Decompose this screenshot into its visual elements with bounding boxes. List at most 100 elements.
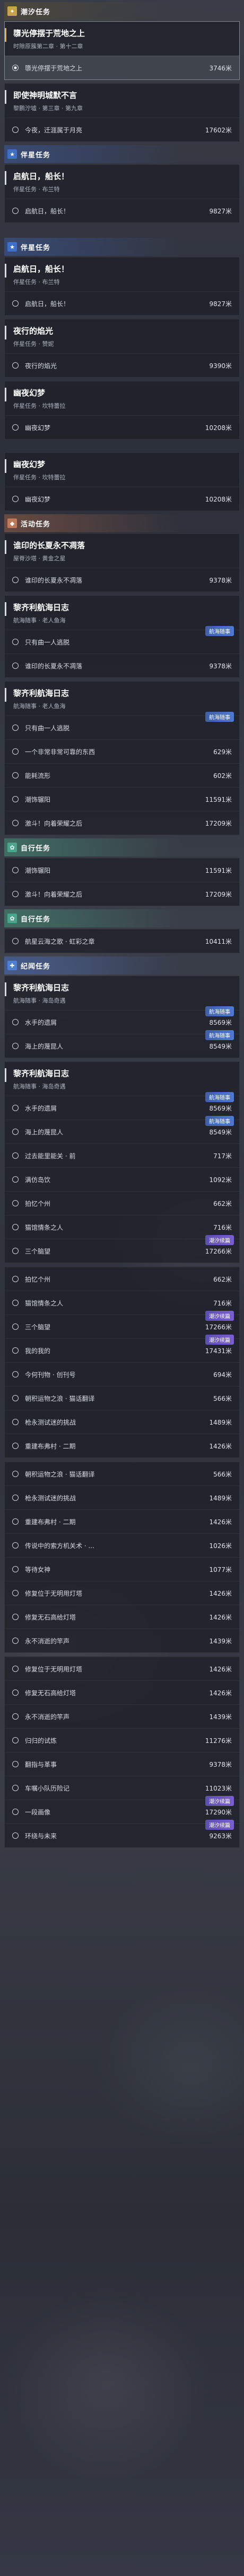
quest-step-row[interactable]: 只有曲一人逃脱 航海随事 bbox=[5, 626, 239, 654]
quest-step-row[interactable]: 夜行的焰光 9390米 bbox=[5, 353, 239, 377]
circle-marker-icon bbox=[12, 1019, 19, 1025]
quest-card-header[interactable]: 黎齐利航海日志 航海随事 · 老人鱼海 bbox=[5, 682, 239, 715]
category-header[interactable]: ★ 伴星任务 bbox=[4, 145, 240, 163]
quest-card[interactable]: 黎齐利航海日志 航海随事 · 老人鱼海 只有曲一人逃脱 航海随事 一个非常非常可靠的东西… bbox=[4, 681, 240, 835]
quest-card[interactable]: 即使神明城默不言 黎鹏泞墟 · 第三章 · 第九章 今夜，迁涯属于月亮 17602米 bbox=[4, 83, 240, 142]
quest-card[interactable]: 潮饰辗阳 11591米 激斗！向着荣耀之后 17209米 bbox=[4, 857, 240, 906]
quest-step-row[interactable]: 启航日，船长！ 9827米 bbox=[5, 291, 239, 315]
quest-card-header[interactable]: 黎齐利航海日志 航海随事 · 老人鱼海 bbox=[5, 596, 239, 630]
quest-step-row[interactable]: 能耗流形 602米 bbox=[5, 763, 239, 787]
quest-card[interactable]: 隳光停摆于荒地之上 时隙原簇第二章 · 第十二章 隳光停摆于荒地之上 3746米 bbox=[4, 21, 240, 80]
quest-step-row[interactable]: 修复位于无明用灯塔 1426米 bbox=[5, 1657, 239, 1680]
quest-card[interactable]: 黎齐利航海日志 航海随事 · 海岛奇遇 水手的遗屑 8569米 航海随事 海上的蔑昆人 85… bbox=[4, 1061, 240, 1263]
quest-step-row[interactable]: 一个非常非常可靠的东西 629米 bbox=[5, 739, 239, 763]
quest-step-row[interactable]: 等待女神 1077米 bbox=[5, 1557, 239, 1581]
quest-step-row[interactable]: 修复位于无明用灯塔 1426米 bbox=[5, 1581, 239, 1605]
quest-card-header[interactable]: 启航日，船长！ 伴星任务 · 布兰特 bbox=[5, 257, 239, 291]
quest-step-row[interactable]: 一段画像 17290米 潮汐续篇 bbox=[5, 1796, 239, 1823]
quest-step-row[interactable]: 海上的蔑昆人 8549米 航海随事 bbox=[5, 1030, 239, 1058]
quest-card[interactable]: 谁印的长夏永不凋落 屋脊沙塔 · 黄金之星 谁印的长夏永不凋落 9378米 bbox=[4, 533, 240, 592]
quest-step-row[interactable]: 三个脑望 17266米 潮汐续篇 bbox=[5, 1235, 239, 1263]
quest-step-name: 重建布弗村 · 二期 bbox=[25, 1442, 76, 1450]
circle-marker-icon bbox=[12, 1638, 19, 1644]
quest-step-row[interactable]: 朝积运物之浪 · 猫话翻译 566米 bbox=[5, 1462, 239, 1486]
quest-card[interactable]: 航星云海之歌 · 虹彩之章 10411米 bbox=[4, 928, 240, 953]
quest-step-row[interactable]: 潮饰辗阳 11591米 bbox=[5, 858, 239, 882]
quest-step-row[interactable]: 激斗！向着荣耀之后 17209米 bbox=[5, 811, 239, 835]
quest-step-row[interactable]: 幽夜幻梦 10208米 bbox=[5, 415, 239, 439]
quest-card-header[interactable]: 谁印的长夏永不凋落 屋脊沙塔 · 黄金之星 bbox=[5, 534, 239, 568]
quest-step-row[interactable]: 车嘱小队历险记 11023米 bbox=[5, 1776, 239, 1800]
quest-step-row[interactable]: 满仿岛饮 1092米 bbox=[5, 1167, 239, 1191]
quest-step-row[interactable]: 猫馆情条之人 716米 bbox=[5, 1215, 239, 1239]
quest-step-row[interactable]: 环绕与未来 9263米 潮汐续篇 bbox=[5, 1820, 239, 1847]
quest-step-row[interactable]: 修复无石高给灯塔 1426米 bbox=[5, 1680, 239, 1704]
distance-label: 8569米 bbox=[209, 1104, 232, 1112]
quest-step-row[interactable]: 拍忆个州 662米 bbox=[5, 1267, 239, 1291]
quest-step-row[interactable]: 重建布弗村 · 二期 1426米 bbox=[5, 1509, 239, 1533]
quest-step-row[interactable]: 我的我的 17431米 潮汐续篇 bbox=[5, 1335, 239, 1362]
quest-card-header[interactable]: 黎齐利航海日志 航海随事 · 海岛奇遇 bbox=[5, 1062, 239, 1096]
quest-step-row[interactable]: 启航日，船长！ 9827米 bbox=[5, 199, 239, 222]
quest-step-name: 拍忆个州 bbox=[25, 1275, 51, 1283]
quest-type-badge: 潮汐续篇 bbox=[205, 1820, 234, 1830]
quest-step-row[interactable]: 海上的蔑昆人 8549米 航海随事 bbox=[5, 1116, 239, 1143]
quest-step-row[interactable]: 今夜，迁涯属于月亮 17602米 bbox=[5, 118, 239, 141]
quest-card-header[interactable]: 幽夜幻梦 伴星任务 · 坎特蕾拉 bbox=[5, 381, 239, 415]
quest-step-row[interactable]: 水手的遗屑 8569米 航海随事 bbox=[5, 1092, 239, 1120]
quest-step-row[interactable]: 只有曲一人逃脱 航海随事 bbox=[5, 712, 239, 739]
quest-card[interactable]: 启航日，船长！ 伴星任务 · 布兰特 启航日，船长！ 9827米 bbox=[4, 164, 240, 223]
quest-step-row[interactable]: 航星云海之歌 · 虹彩之章 10411米 bbox=[5, 929, 239, 953]
quest-step-row[interactable]: 归归的试炼 11276米 bbox=[5, 1728, 239, 1752]
quest-card-header[interactable]: 启航日，船长！ 伴星任务 · 布兰特 bbox=[5, 165, 239, 199]
quest-step-row[interactable]: 隳光停摆于荒地之上 3746米 bbox=[5, 56, 239, 79]
quest-step-row[interactable]: 修复无石高给灯塔 1426米 bbox=[5, 1605, 239, 1629]
quest-card[interactable]: 启航日，船长！ 伴星任务 · 布兰特 启航日，船长！ 9827米 bbox=[4, 257, 240, 316]
quest-step-row[interactable]: 今何刊物 · 创刊号 694米 bbox=[5, 1362, 239, 1386]
circle-marker-icon bbox=[12, 424, 19, 431]
quest-step-row[interactable]: 永不消逝的竿声 1439米 bbox=[5, 1629, 239, 1652]
quest-step-row[interactable]: 永不消逝的竿声 1439米 bbox=[5, 1704, 239, 1728]
quest-step-name: 隳光停摆于荒地之上 bbox=[25, 64, 83, 72]
distance-label: 10411米 bbox=[205, 937, 232, 945]
quest-step-name: 我的我的 bbox=[25, 1347, 51, 1355]
quest-card[interactable]: 幽夜幻梦 伴星任务 · 坎特蕾拉 幽夜幻梦 10208米 bbox=[4, 381, 240, 440]
quest-step-row[interactable]: 激斗！向着荣耀之后 17209米 bbox=[5, 882, 239, 906]
quest-step-row[interactable]: 翻指与革事 9378米 bbox=[5, 1752, 239, 1776]
quest-step-row[interactable]: 幽夜幻梦 10208米 bbox=[5, 487, 239, 511]
quest-step-row[interactable]: 过去能里能关 · 前 717米 bbox=[5, 1143, 239, 1167]
quest-step-row[interactable]: 枪永测试迷的挑战 1489米 bbox=[5, 1410, 239, 1434]
category-header[interactable]: ✿ 自行任务 bbox=[4, 909, 240, 927]
quest-step-name: 潮饰辗阳 bbox=[25, 795, 51, 803]
tide-task-icon: ✦ bbox=[7, 6, 17, 16]
quest-step-row[interactable]: 传说中的索方机关术 · ... 1026米 bbox=[5, 1533, 239, 1557]
quest-step-row[interactable]: 水手的遗屑 8569米 航海随事 bbox=[5, 1006, 239, 1034]
quest-card[interactable]: 朝积运物之浪 · 猫话翻译 566米 枪永测试迷的挑战 1489米 重建布弗村 · 二期… bbox=[4, 1461, 240, 1653]
free-task-icon: ✿ bbox=[7, 843, 17, 852]
quest-card-header[interactable]: 夜行的焰光 伴星任务 · 赞妮 bbox=[5, 319, 239, 353]
quest-step-row[interactable]: 重建布弗村 · 二期 1426米 bbox=[5, 1434, 239, 1457]
quest-card-header[interactable]: 黎齐利航海日志 航海随事 · 海岛奇遇 bbox=[5, 976, 239, 1010]
quest-card-header[interactable]: 幽夜幻梦 伴星任务 · 坎特蕾拉 bbox=[5, 453, 239, 487]
category-header[interactable]: ✚ 纪闻任务 bbox=[4, 956, 240, 974]
category-header[interactable]: ◆ 活动任务 bbox=[4, 514, 240, 532]
quest-card-header[interactable]: 隳光停摆于荒地之上 时隙原簇第二章 · 第十二章 bbox=[5, 22, 239, 56]
quest-step-row[interactable]: 潮饰辗阳 11591米 bbox=[5, 787, 239, 811]
quest-step-row[interactable]: 朝积运物之浪 · 猫话翻译 566米 bbox=[5, 1386, 239, 1410]
quest-step-row[interactable]: 三个脑望 17266米 潮汐续篇 bbox=[5, 1311, 239, 1338]
quest-card[interactable]: 夜行的焰光 伴星任务 · 赞妮 夜行的焰光 9390米 bbox=[4, 319, 240, 378]
quest-card[interactable]: 幽夜幻梦 伴星任务 · 坎特蕾拉 幽夜幻梦 10208米 bbox=[4, 452, 240, 511]
quest-step-row[interactable]: 枪永测试迷的挑战 1489米 bbox=[5, 1486, 239, 1509]
quest-card[interactable]: 拍忆个州 662米 猫馆情条之人 716米 三个脑望 17266米 潮汐续篇 我的我的 1743… bbox=[4, 1266, 240, 1458]
quest-card[interactable]: 黎齐利航海日志 航海随事 · 海岛奇遇 水手的遗屑 8569米 航海随事 海上的蔑昆人 85… bbox=[4, 976, 240, 1058]
quest-step-row[interactable]: 谁印的长夏永不凋落 9378米 bbox=[5, 568, 239, 592]
quest-step-row[interactable]: 猫馆情条之人 716米 bbox=[5, 1291, 239, 1314]
quest-step-row[interactable]: 拍忆个州 662米 bbox=[5, 1191, 239, 1215]
category-header[interactable]: ★ 伴星任务 bbox=[4, 238, 240, 256]
quest-card[interactable]: 修复位于无明用灯塔 1426米 修复无石高给灯塔 1426米 永不消逝的竿声 1439米归… bbox=[4, 1656, 240, 1848]
category-header[interactable]: ✿ 自行任务 bbox=[4, 838, 240, 856]
quest-step-row[interactable]: 谁印的长夏永不凋落 9378米 bbox=[5, 654, 239, 677]
category-header[interactable]: ✦ 潮汐任务 bbox=[4, 2, 240, 20]
quest-card-header[interactable]: 即使神明城默不言 黎鹏泞墟 · 第三章 · 第九章 bbox=[5, 84, 239, 118]
quest-card[interactable]: 黎齐利航海日志 航海随事 · 老人鱼海 只有曲一人逃脱 航海随事 谁印的长夏永不凋落 93… bbox=[4, 595, 240, 678]
